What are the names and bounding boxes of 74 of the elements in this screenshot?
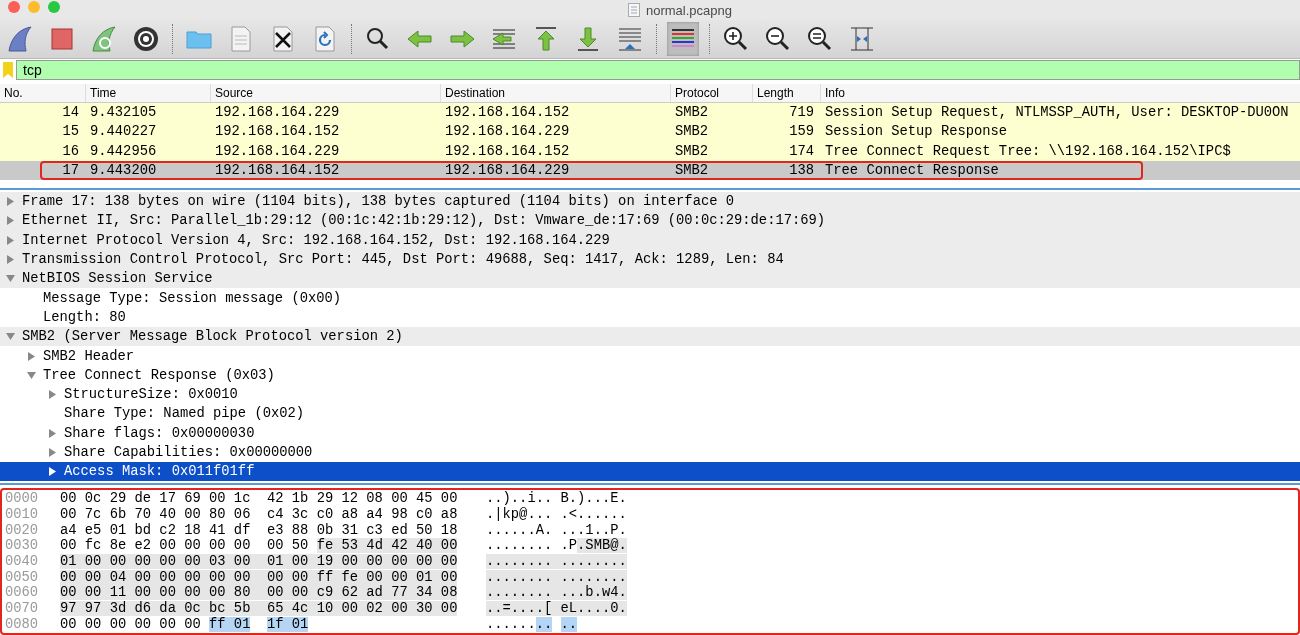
column-header[interactable]: Source — [210, 84, 440, 102]
tree-item[interactable]: Share Capabilities: 0x00000000 — [0, 442, 1300, 463]
expand-arrow-icon[interactable] — [6, 216, 15, 226]
hex-bytes: 01 00 00 00 00 00 03 00 01 00 19 00 00 00 00 00 — [60, 554, 459, 570]
ascii-text: ........ .P.SMB@. — [486, 538, 627, 554]
tree-item[interactable]: Internet Protocol Version 4, Src: 192.168.164.152, Dst: 192.168.164.229 — [0, 230, 1300, 250]
close-window-button[interactable] — [8, 1, 20, 13]
collapse-arrow-icon[interactable] — [6, 332, 15, 342]
offset-label: 0010 — [4, 507, 40, 523]
tree-item[interactable]: SMB2 Header — [0, 346, 1300, 366]
ascii-text: ........ ........ — [486, 569, 627, 585]
expand-arrow-icon[interactable] — [48, 390, 57, 400]
hex-bytes: 00 fc 8e e2 00 00 00 00 00 50 fe 53 4d 42 40 00 — [60, 538, 459, 554]
shark-fin-icon — [5, 24, 35, 54]
colorize-button[interactable] — [667, 22, 699, 56]
tree-item[interactable]: Frame 17: 138 bytes on wire (1104 bits), 138 bytes captured (1104 bits) on interface 0 — [0, 192, 1300, 212]
expand-arrow-icon[interactable] — [6, 197, 15, 207]
tree-item[interactable]: NetBIOS Session Service — [0, 269, 1300, 289]
shark-fin-refresh-icon — [89, 24, 119, 54]
packet-row[interactable]: 17 9.443200 192.168.164.152 192.168.164.229 SMB2 138 Tree Connect Response — [0, 160, 1300, 181]
hex-bytes: 00 00 00 00 00 00 ff 01 1f 01 — [60, 616, 310, 632]
offset-label: 0020 — [4, 522, 40, 538]
offset-label: 0040 — [4, 554, 40, 570]
column-header[interactable]: Protocol — [670, 84, 752, 102]
expand-arrow-icon[interactable] — [6, 235, 15, 245]
display-filter-field[interactable]: tcp — [16, 60, 1300, 80]
hex-bytes: 00 0c 29 de 17 69 00 1c 42 1b 29 12 08 00 45 00 — [60, 491, 459, 507]
tree-item[interactable]: Share Type: Named pipe (0x02) — [0, 404, 1300, 424]
tree-item[interactable]: Access Mask: 0x011f01ff — [0, 462, 1300, 482]
ascii-text: .|kp@... .<...... — [486, 507, 627, 523]
collapse-arrow-icon[interactable] — [6, 274, 15, 284]
offset-label: 0030 — [4, 538, 40, 554]
ascii-text: ..=....[ eL....0. — [486, 601, 627, 617]
gear-icon — [131, 24, 161, 54]
hex-bytes: 00 00 11 00 00 00 00 80 00 00 c9 62 ad 77 34 08 — [60, 585, 459, 601]
packet-row[interactable]: 16 9.442956 192.168.164.229 192.168.164.152 SMB2 174 Tree Connect Request Tree: \\192.168.164.152\IPC$ — [0, 141, 1300, 161]
tree-item[interactable]: Message Type: Session message (0x00) — [0, 288, 1300, 308]
expand-arrow-icon[interactable] — [27, 351, 36, 361]
column-header[interactable]: Destination — [440, 84, 670, 102]
offset-label: 0070 — [4, 601, 40, 617]
offset-label: 0060 — [4, 585, 40, 601]
tree-item[interactable]: Tree Connect Response (0x03) — [0, 365, 1300, 385]
tree-item[interactable]: Length: 80 — [0, 307, 1300, 328]
offset-label: 0050 — [4, 569, 40, 585]
packet-row[interactable]: 15 9.440227 192.168.164.152 192.168.164.229 SMB2 159 Session Setup Response — [0, 122, 1300, 142]
ascii-text: ........ ...b.w4. — [486, 585, 627, 601]
column-header[interactable]: Time — [85, 84, 210, 102]
hex-bytes: 97 97 3d d6 da 0c bc 5b 65 4c 10 00 02 00 30 00 — [60, 601, 459, 617]
offset-label: 0000 — [4, 491, 40, 507]
packet-row[interactable]: 14 9.432105 192.168.164.229 192.168.164.152 SMB2 719 Session Setup Request, NTLMSSP_AUTH, User: DESKTOP-DU0ON — [0, 103, 1300, 123]
hex-bytes: 00 00 04 00 00 00 00 00 00 00 ff fe 00 00 01 00 — [60, 569, 459, 585]
tree-item[interactable]: StructureSize: 0x0010 — [0, 384, 1300, 405]
hex-bytes: a4 e5 01 bd c2 18 41 df e3 88 0b 31 c3 ed 50 18 — [60, 522, 459, 538]
tree-item[interactable]: Ethernet II, Src: Parallel_1b:29:12 (00:1c:42:1b:29:12), Dst: Vmware_de:17:69 (00:0c:29:de:17:69) — [0, 211, 1300, 231]
expand-arrow-icon[interactable] — [48, 428, 57, 438]
hex-bytes: 00 7c 6b 70 40 00 80 06 c4 3c c0 a8 a4 98 c0 a8 — [60, 507, 459, 523]
ascii-text: ........ ........ — [486, 554, 627, 570]
expand-arrow-icon[interactable] — [48, 448, 57, 457]
column-header[interactable]: No. — [0, 84, 85, 102]
document-icon — [628, 3, 640, 17]
expand-arrow-icon[interactable] — [48, 467, 57, 477]
tree-item[interactable]: Share flags: 0x00000030 — [0, 423, 1300, 443]
window-title: normal.pcapng — [646, 2, 732, 18]
zoom-window-button[interactable] — [48, 1, 60, 13]
expand-arrow-icon[interactable] — [6, 255, 15, 265]
collapse-arrow-icon[interactable] — [27, 370, 36, 380]
tree-item[interactable]: Transmission Control Protocol, Src Port: 445, Dst Port: 49688, Seq: 1417, Ack: 1289, Len: 84 — [0, 249, 1300, 270]
offset-label: 0080 — [4, 616, 40, 632]
ascii-text: ........ .. — [486, 616, 578, 632]
ascii-text: ..)..i.. B.)...E. — [486, 491, 627, 507]
ascii-text: ......A. ...1..P. — [486, 522, 627, 538]
column-header[interactable]: Info — [820, 84, 1300, 102]
column-header[interactable]: Length — [752, 84, 820, 102]
tree-item[interactable]: SMB2 (Server Message Block Protocol version 2) — [0, 327, 1300, 347]
